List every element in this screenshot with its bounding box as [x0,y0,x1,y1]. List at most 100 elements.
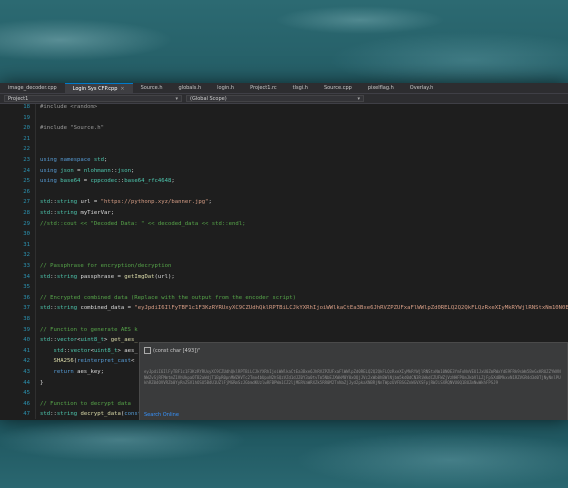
tab-label: Login Sys CFP.cpp [72,85,118,92]
line-number: 35 [23,284,30,291]
close-icon[interactable]: × [120,86,124,92]
code-editor[interactable]: 18 #include <random> 19 20 #include "Source.… [0,102,568,420]
popup-type-text: (const char [493])" [153,348,201,354]
code-line[interactable]: 29 //std::cout << "Decoded Data: " << dec… [0,219,568,230]
tab-9[interactable]: Overlay.h [402,83,441,93]
line-number: 45 [23,390,30,397]
tab-7[interactable]: Source.cpp [316,83,360,93]
code-text: std::vector<uint8_t> get_aes_ [40,337,138,344]
code-line[interactable]: 36 // Encrypted combined data (Replace wi… [0,293,568,304]
tab-label: Source.cpp [323,85,352,91]
code-line[interactable]: 39 // Function to generate AES k [0,325,568,336]
code-text: std::string url = "https://pythonp.xyz/b… [40,199,212,206]
code-text: std::string passphrase = getImgDat(url); [40,273,175,280]
code-line[interactable]: 38 [0,314,568,325]
code-text: std::string combined_data = "eyJpdiI6IlF… [40,305,568,312]
document-tab-bar: image_decoder.cpp Login Sys CFP.cpp × Sourc… [0,83,568,94]
code-text: // Encrypted combined data (Replace with… [40,294,296,301]
tab-2[interactable]: Source.h [133,83,171,93]
scope-dropdown-label: (Global Scope) [190,95,227,102]
code-line[interactable]: 23 using namespace std; [0,155,568,166]
line-number: 40 [23,337,30,344]
line-number: 24 [23,167,30,174]
chevron-down-icon: ▾ [357,95,360,102]
tab-8[interactable]: pixelflag.h [360,83,402,93]
code-text: #include "Source.h" [40,125,104,132]
quick-info-popup: (const char [493])" eyJpdiI6IlFyTBF1c1F3… [139,342,568,420]
line-number: 44 [23,379,30,386]
tab-label: tlsgi.h [292,85,308,91]
line-number: 29 [23,220,30,227]
line-number: 20 [23,125,30,132]
tab-label: image_decoder.cpp [8,85,57,91]
search-online-link[interactable]: Search Online [144,412,179,418]
line-number: 21 [23,135,30,142]
line-number: 32 [23,252,30,259]
tab-label: Source.h [140,85,163,91]
code-line[interactable]: 33 // Passphrase for encryption/decryptio… [0,261,568,272]
line-number: 18 [23,104,30,110]
code-text: std::string myTierVar; [40,210,115,216]
code-text: return aes_key; [53,369,105,375]
line-number: 34 [23,273,30,280]
tab-5[interactable]: Project1.rc [242,83,285,93]
tab-label: login.h [217,85,235,91]
ide-window: image_decoder.cpp Login Sys CFP.cpp × Sourc… [0,83,568,420]
line-number: 30 [23,231,30,238]
popup-header: (const char [493])" [144,347,200,354]
code-line[interactable]: 20 #include "Source.h" [0,123,568,134]
line-number: 38 [23,316,30,322]
line-number: 31 [23,241,30,248]
code-text: // Passphrase for encryption/decryption [40,263,172,269]
code-line[interactable]: 26 [0,187,568,198]
code-line[interactable]: 35 [0,282,568,293]
code-text: //std::cout << "Decoded Data: " << decod… [40,220,246,227]
code-line[interactable]: 30 [0,229,568,240]
code-text: using base64 = cppcodec::base64_rfc4648; [40,178,175,185]
code-line[interactable]: 37 std::string combined_data = "eyJpdiI6I… [0,303,568,314]
line-number: 28 [23,210,30,216]
code-line[interactable]: 22 [0,144,568,155]
line-number: 46 [23,400,30,407]
tab-3[interactable]: globals.h [171,83,210,93]
code-line[interactable]: 34 std::string passphrase = getImgDat(url… [0,272,568,283]
line-number: 36 [23,294,30,301]
chevron-down-icon: ▾ [175,95,178,102]
value-icon [144,347,151,354]
project-dropdown-label: Project1 [8,95,29,102]
line-number: 26 [23,188,30,195]
line-number: 43 [23,369,30,375]
line-number: 23 [23,157,30,163]
tab-label: pixelflag.h [367,85,394,91]
tab-1[interactable]: Login Sys CFP.cpp × [64,83,133,93]
code-line[interactable]: 18 #include <random> [0,102,568,113]
scope-dropdown[interactable]: (Global Scope) ▾ [186,95,364,102]
tab-0[interactable]: image_decoder.cpp [0,83,65,93]
code-line[interactable]: 31 [0,240,568,251]
code-line[interactable]: 19 [0,113,568,124]
line-number: 39 [23,326,30,333]
code-line[interactable]: 24 using json = nlohmann::json; [0,166,568,177]
code-text: SHA256(reinterpret_cast< [53,358,135,365]
tab-label: Project1.rc [250,85,277,91]
tab-4[interactable]: login.h [209,83,242,93]
tab-label: globals.h [178,85,202,91]
code-line[interactable]: 25 using base64 = cppcodec::base64_rfc464… [0,176,568,187]
code-line[interactable]: 27 std::string url = "https://pythonp.xyz… [0,197,568,208]
line-number: 41 [23,347,30,354]
popup-string-value: eyJpdiI6IlFyTBF1c1F3KzRYRUxyXC9CZUdhQklR… [144,369,561,385]
project-dropdown[interactable]: Project1 ▾ [4,95,182,102]
line-number: 19 [23,114,30,121]
code-text: } [40,379,44,386]
code-text: // Function to generate AES k [40,326,138,333]
code-text: using namespace std; [40,157,108,163]
code-line[interactable]: 32 [0,250,568,261]
tab-6[interactable]: tlsgi.h [285,83,316,93]
line-number: 25 [23,178,30,185]
line-number: 37 [23,305,30,312]
line-number: 33 [23,263,30,269]
code-text: using json = nlohmann::json; [40,167,135,174]
code-line[interactable]: 21 [0,134,568,145]
code-line[interactable]: 28 std::string myTierVar; [0,208,568,219]
line-number: 42 [23,358,30,365]
